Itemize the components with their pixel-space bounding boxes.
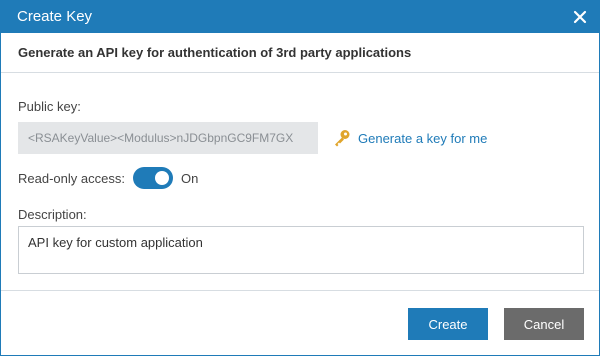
- readonly-toggle[interactable]: [133, 167, 173, 189]
- description-label: Description:: [18, 207, 87, 222]
- toggle-knob: [155, 171, 169, 185]
- generate-key-label: Generate a key for me: [358, 130, 488, 146]
- dialog-title: Create Key: [17, 8, 93, 25]
- key-icon: [332, 128, 352, 148]
- public-key-label: Public key:: [18, 99, 81, 114]
- description-field[interactable]: API key for custom application: [18, 226, 584, 274]
- dialog-subtitle: Generate an API key for authentication o…: [18, 45, 412, 60]
- generate-key-link[interactable]: Generate a key for me: [332, 127, 487, 149]
- create-key-dialog: Create Key Generate an API key for authe…: [0, 0, 600, 356]
- cancel-button[interactable]: Cancel: [504, 308, 584, 340]
- footer-divider: [1, 290, 599, 291]
- create-button[interactable]: Create: [408, 308, 488, 340]
- dialog-subheader: Generate an API key for authentication o…: [1, 33, 599, 73]
- public-key-field[interactable]: <RSAKeyValue><Modulus>nJDGbpnGC9FM7GX: [18, 122, 318, 154]
- close-icon[interactable]: [569, 6, 591, 28]
- dialog-titlebar: Create Key: [1, 1, 599, 33]
- readonly-state: On: [181, 171, 199, 186]
- readonly-label: Read-only access:: [18, 171, 125, 186]
